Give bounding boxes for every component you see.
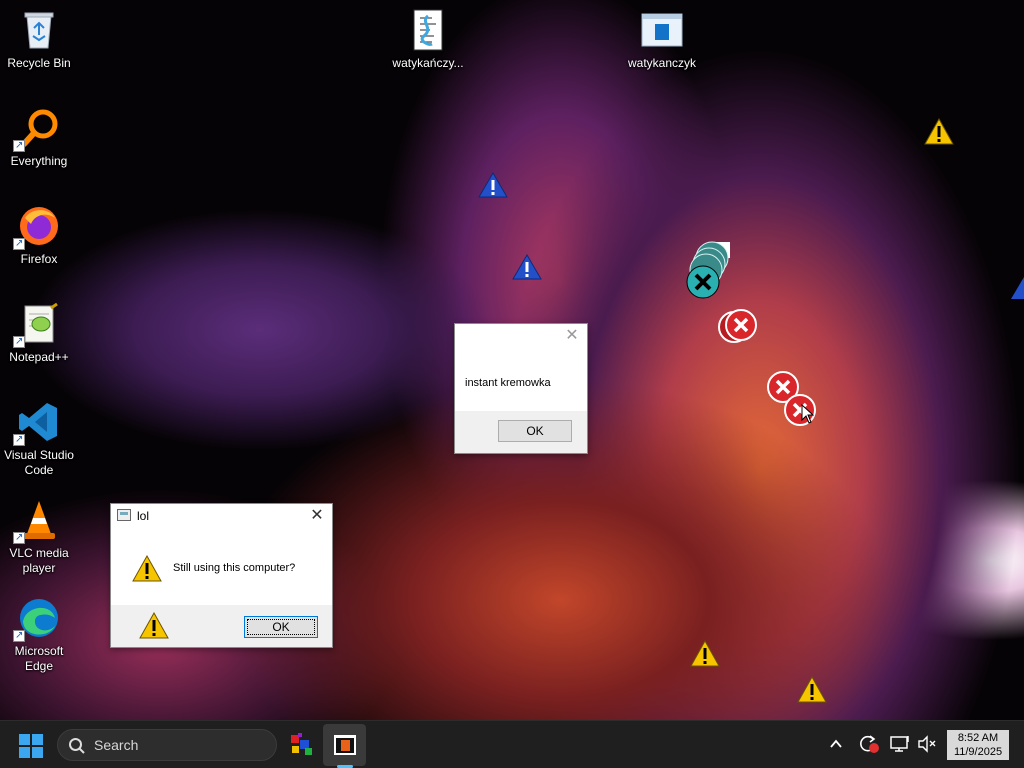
search-icon: [69, 738, 85, 754]
vlc-label: VLC media player: [9, 546, 69, 575]
warning-icon: [132, 555, 162, 582]
lol-dialog-footer: OK: [111, 605, 332, 647]
error-icon: [718, 309, 757, 343]
taskbar: Search 8:52 AM 11/9/2025: [0, 720, 1024, 768]
edge-shortcut[interactable]: Microsoft Edge: [0, 596, 78, 674]
start-button[interactable]: [18, 733, 44, 764]
notepadpp-shortcut[interactable]: Notepad++: [0, 302, 78, 365]
tray-network[interactable]: [889, 734, 911, 759]
active-app-icon: [334, 735, 356, 755]
shortcut-arrow-icon: [13, 432, 25, 447]
edge-icon: [13, 596, 61, 643]
window-app-icon: [640, 8, 684, 52]
ok-button[interactable]: OK: [498, 420, 572, 442]
taskbar-clock[interactable]: 8:52 AM 11/9/2025: [947, 730, 1009, 760]
sync-error-icon: [860, 735, 879, 753]
shortcut-arrow-icon: [13, 236, 25, 251]
firefox-icon: [13, 204, 61, 251]
lol-dialog: lol ✕ Still using this computer? OK: [110, 503, 333, 648]
info-triangle-icon: [512, 254, 542, 280]
everything-label: Everything: [10, 154, 68, 168]
kremowka-dialog-footer: OK: [455, 411, 587, 453]
kremowka-dialog-titlebar[interactable]: ✕: [455, 324, 587, 348]
colorful-blocks-app-icon: [291, 733, 312, 755]
warning-icon: [797, 676, 827, 703]
tray-overflow-chevron[interactable]: [828, 736, 844, 755]
file-watykanczyk-label: watykanczyk: [627, 56, 697, 70]
taskbar-app-colorful[interactable]: [288, 731, 316, 764]
tray-volume[interactable]: [917, 735, 937, 758]
notepadpp-label: Notepad++: [9, 350, 69, 364]
firefox-label: Firefox: [20, 252, 58, 266]
recycle-bin-icon: [17, 8, 61, 52]
lol-dialog-titlebar[interactable]: lol ✕: [111, 504, 332, 528]
lol-dialog-title: lol: [137, 509, 150, 523]
clock-date: 11/9/2025: [953, 746, 1003, 758]
shortcut-arrow-icon: [13, 628, 25, 643]
volume-muted-icon: [918, 735, 936, 753]
stacked-error-icons: [686, 241, 730, 299]
everything-search-icon: [13, 106, 61, 153]
windows-start-icon: [19, 734, 43, 758]
vlc-cone-icon: [13, 498, 61, 545]
warning-icon: [139, 612, 169, 639]
mouse-cursor-icon: [801, 404, 815, 424]
kremowka-dialog: ✕ instant kremowka OK: [454, 323, 588, 454]
info-triangle-icon: [478, 172, 508, 198]
vscode-label: Visual Studio Code: [4, 448, 74, 477]
recycle-bin-label: Recycle Bin: [7, 56, 71, 70]
tray-sync[interactable]: [858, 734, 880, 759]
vscode-icon: [13, 400, 61, 447]
warning-icon: [924, 118, 954, 145]
chevron-up-icon: [830, 739, 842, 748]
lol-dialog-message: Still using this computer?: [173, 562, 296, 574]
vscode-shortcut[interactable]: Visual Studio Code: [0, 400, 78, 478]
shortcut-arrow-icon: [13, 530, 25, 545]
close-icon[interactable]: ✕: [561, 326, 583, 346]
kremowka-dialog-message: instant kremowka: [465, 377, 551, 389]
clock-time: 8:52 AM: [957, 732, 999, 744]
file-watykanczy-1[interactable]: watykańczy...: [389, 8, 467, 71]
app-window-icon: [117, 509, 131, 521]
taskbar-app-active[interactable]: [323, 724, 366, 766]
shortcut-arrow-icon: [13, 138, 25, 153]
script-file-icon: [406, 8, 450, 52]
everything-shortcut[interactable]: Everything: [0, 106, 78, 169]
vlc-shortcut[interactable]: VLC media player: [0, 498, 78, 576]
notepadpp-icon: [13, 302, 61, 349]
warning-icon: [690, 640, 720, 667]
taskbar-search-box[interactable]: Search: [57, 729, 277, 761]
firefox-shortcut[interactable]: Firefox: [0, 204, 78, 267]
desktop-wallpaper: Recycle Bin Everything Firefox: [0, 0, 1024, 720]
search-placeholder: Search: [94, 737, 139, 753]
close-icon[interactable]: ✕: [306, 506, 328, 526]
network-disconnected-icon: [890, 736, 909, 752]
edge-label: Microsoft Edge: [14, 644, 64, 673]
file-watykanczyk-2[interactable]: watykanczyk: [623, 8, 701, 71]
file-watykanczy-label: watykańczy...: [392, 56, 464, 70]
info-triangle-icon: [1011, 277, 1024, 299]
recycle-bin-shortcut[interactable]: Recycle Bin: [0, 8, 78, 71]
shortcut-arrow-icon: [13, 334, 25, 349]
ok-button[interactable]: OK: [244, 616, 318, 638]
